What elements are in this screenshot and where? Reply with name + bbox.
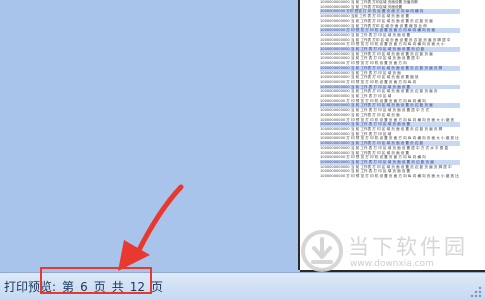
preview-line: 1000000000000 当 前 工作表 打 印 区 域 页 面 设 置 页 … [320,65,460,71]
watermark-title: 当下软件园 [348,235,468,259]
watermark: 当下软件园 www.downxia.com [300,229,485,273]
total-unit: 页 [151,280,164,294]
page-content: 1000000000000 当 前 工作表 打印区域 页面设置 页眉页脚 1000… [320,0,460,179]
resize-grip-icon[interactable] [470,286,482,298]
watermark-url: www.downxia.com [350,259,434,269]
preview-line: 10000000000 打 印 预 览 打 印 机 设 置 页 面 方 向 纵 … [320,174,460,179]
preview-line: 1000000000000 当 前 工作表 打 印 区 域 页 面 设 置 页 … [320,126,443,131]
preview-line: 1000000000000 当 前 工作 表 打 印 区 域 页 面 设 置 居… [320,145,449,150]
download-logo-icon [301,230,343,272]
status-highlight-box [40,267,152,294]
